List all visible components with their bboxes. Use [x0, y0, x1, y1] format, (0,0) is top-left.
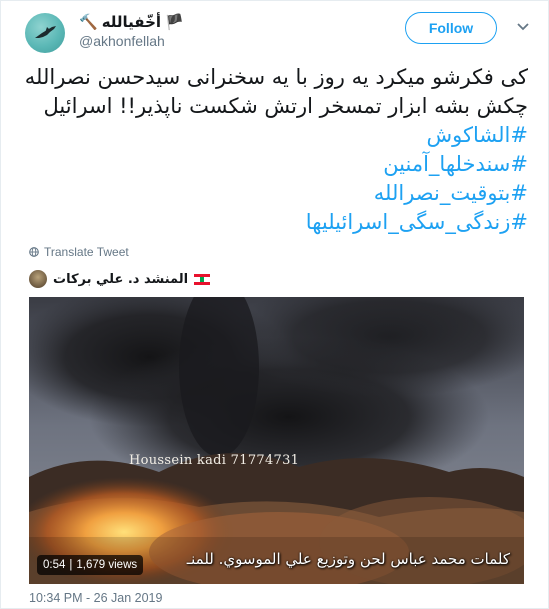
video-duration: 0:54 — [43, 559, 66, 571]
bird-silhouette-icon — [35, 26, 56, 38]
translate-tweet-link[interactable]: Translate Tweet — [29, 245, 129, 259]
video-views: 1,679 views — [76, 559, 138, 571]
translate-label: Translate Tweet — [44, 245, 129, 259]
hammer-icon: 🔨 — [79, 14, 98, 31]
video-frame — [29, 297, 524, 584]
hashtag-link[interactable]: #سندخلها_آمنين — [23, 150, 528, 179]
video-watermark: Houssein kadi 71774731 — [129, 453, 300, 468]
hashtag-link[interactable]: #الشاکوش — [23, 121, 528, 150]
video-duration-views-badge: 0:54 | 1,679 views — [37, 555, 144, 575]
black-flag-icon: 🏴 — [165, 14, 184, 31]
video-attribution[interactable]: المنشد د. علي بركات — [29, 269, 211, 289]
video-player[interactable]: Houssein kadi 71774731 كلمات محمد عباس ل… — [29, 297, 524, 584]
globe-icon — [29, 247, 39, 257]
account-display-name: أخّفيالله — [101, 13, 162, 31]
hashtag-link[interactable]: #بتوقیت_نصرالله — [23, 179, 528, 208]
account-handle[interactable]: @akhonfellah — [79, 33, 165, 49]
badge-separator: | — [69, 559, 73, 571]
chevron-down-icon[interactable] — [517, 23, 529, 31]
account-avatar[interactable] — [25, 13, 65, 53]
tweet-card: 🔨 أخّفيالله 🏴 @akhonfellah Follow کی فکر… — [0, 0, 549, 609]
tweet-timestamp[interactable]: 10:34 PM - 26 Jan 2019 — [29, 591, 162, 605]
tweet-line: کی فکرشو میکرد یه روز با یه سخنرانی سیدح… — [24, 65, 528, 89]
tweet-line: چکش بشه ابزار تمسخر ارتش شکست ناپذیر!! ا… — [43, 94, 528, 118]
video-subtitle: كلمات محمد عباس لحن وتوزيع علي الموسوي. … — [186, 550, 510, 568]
follow-button[interactable]: Follow — [405, 12, 497, 44]
lebanon-flag-icon — [194, 273, 211, 285]
attribution-name: المنشد د. علي بركات — [53, 271, 189, 287]
attribution-avatar — [29, 270, 47, 288]
account-name-row[interactable]: 🔨 أخّفيالله 🏴 — [79, 11, 184, 33]
hashtag-link[interactable]: #زندگی_سگی_اسرائیلیها — [23, 208, 528, 237]
tweet-text: کی فکرشو میکرد یه روز با یه سخنرانی سیدح… — [23, 63, 528, 237]
